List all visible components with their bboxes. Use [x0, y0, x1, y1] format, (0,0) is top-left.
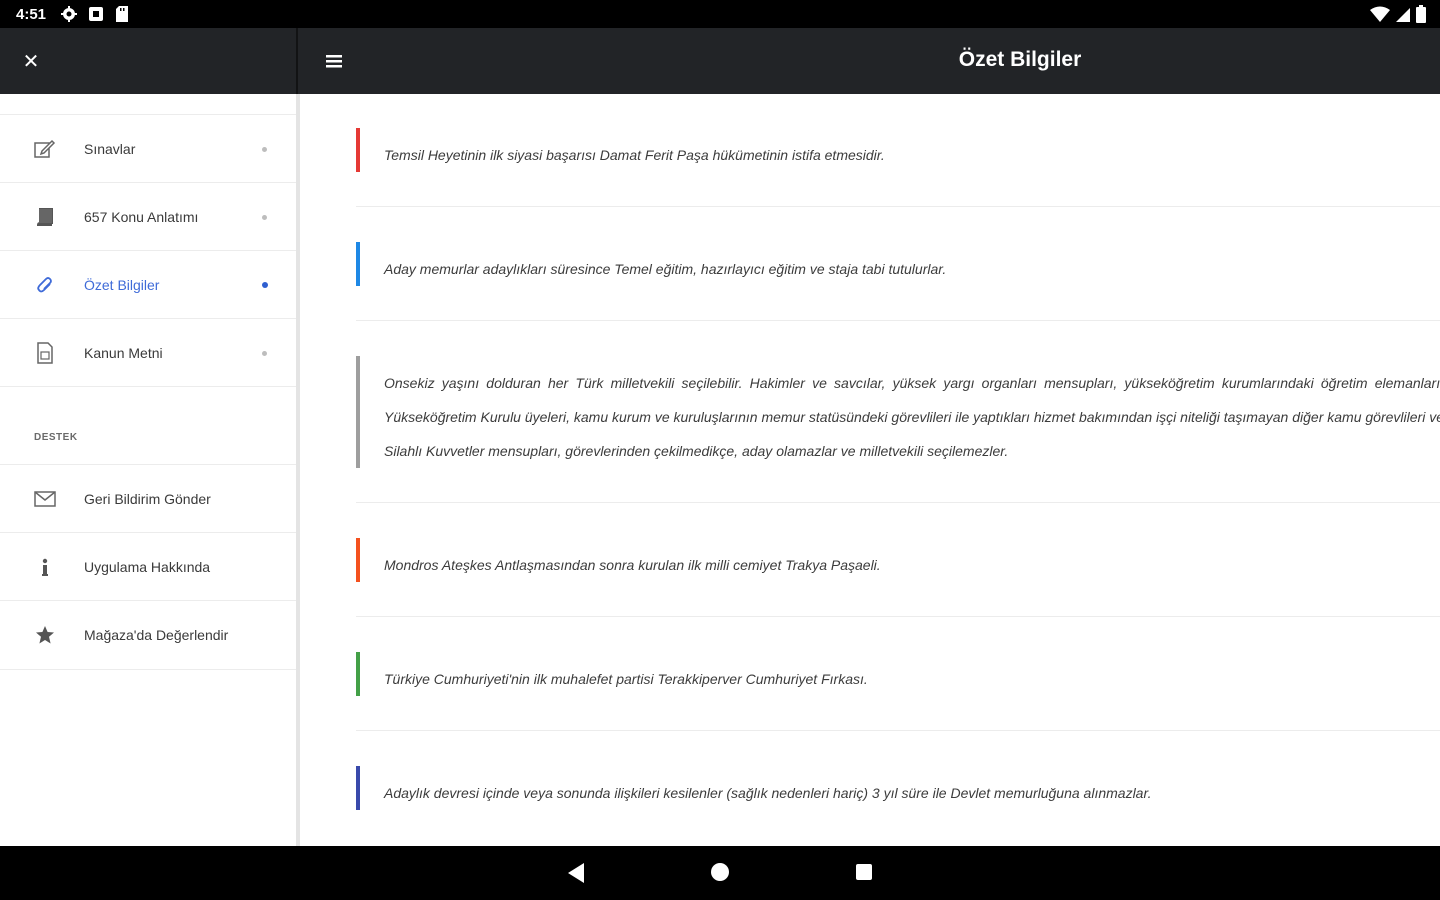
back-icon[interactable] — [566, 862, 586, 884]
notification-icon — [89, 7, 103, 21]
sidebar-item-label: Sınavlar — [84, 141, 136, 157]
sidebar-item-geri-bildirim[interactable]: Geri Bildirim Gönder — [0, 464, 296, 533]
edit-icon — [34, 138, 56, 160]
color-bar — [356, 538, 360, 582]
sidebar-item-indicator — [262, 282, 268, 288]
color-bar — [356, 128, 360, 172]
color-bar — [356, 242, 360, 286]
close-drawer-button[interactable]: ✕ — [18, 48, 44, 74]
summary-card[interactable]: Onsekiz yaşını dolduran her Türk milletv… — [356, 322, 1440, 503]
info-icon — [34, 556, 56, 578]
summary-text: Onsekiz yaşını dolduran her Türk milletv… — [384, 375, 1440, 459]
summary-list: Temsil Heyetinin ilk siyasi başarısı Dam… — [300, 94, 1440, 846]
summary-text: Temsil Heyetinin ilk siyasi başarısı Dam… — [384, 147, 885, 163]
sidebar-item-uygulama-hakkinda[interactable]: Uygulama Hakkında — [0, 532, 296, 601]
book-icon — [34, 206, 56, 228]
signal-icon — [1396, 8, 1410, 22]
summary-card[interactable]: Mondros Ateşkes Antlaşmasından sonra kur… — [356, 504, 1440, 617]
status-bar: 4:51 — [0, 0, 1440, 28]
summary-text: Aday memurlar adaylıkları süresince Teme… — [384, 261, 947, 277]
color-bar — [356, 652, 360, 696]
sidebar-item-label: Mağaza'da Değerlendir — [84, 627, 229, 643]
color-bar — [356, 356, 360, 468]
sidebar-item-indicator — [262, 214, 267, 220]
sidebar-item-label: Uygulama Hakkında — [84, 559, 211, 575]
sidebar-item-label: Özet Bilgiler — [84, 277, 160, 293]
sidebar-item-indicator — [262, 350, 267, 356]
star-icon — [34, 624, 56, 646]
battery-icon — [1416, 5, 1426, 23]
summary-card[interactable]: Türkiye Cumhuriyeti'nin ilk muhalefet pa… — [356, 618, 1440, 731]
close-icon: ✕ — [22, 50, 40, 73]
app-toolbar: ✕ Özet Bilgiler — [0, 28, 1440, 94]
summary-text: Adaylık devresi içinde veya sonunda iliş… — [384, 785, 1152, 801]
summary-card[interactable]: Temsil Heyetinin ilk siyasi başarısı Dam… — [356, 94, 1440, 207]
sidebar-item-sinavlar[interactable]: Sınavlar — [0, 114, 296, 183]
drawer-header: ✕ — [0, 28, 298, 94]
sidebar-item-label: 657 Konu Anlatımı — [84, 209, 199, 225]
summary-card[interactable]: Aday memurlar adaylıkları süresince Teme… — [356, 208, 1440, 321]
document-icon — [34, 342, 56, 364]
paperclip-icon — [34, 274, 56, 296]
sidebar-item-magazada-degerlendir[interactable]: Mağaza'da Değerlendir — [0, 600, 296, 670]
system-navigation-bar — [0, 846, 1440, 900]
status-time: 4:51 — [16, 6, 47, 23]
sidebar-item-kanun-metni[interactable]: Kanun Metni — [0, 318, 296, 387]
summary-text: Türkiye Cumhuriyeti'nin ilk muhalefet pa… — [384, 671, 868, 687]
color-bar — [356, 766, 360, 810]
mail-icon — [34, 488, 56, 510]
home-icon[interactable] — [711, 863, 729, 881]
sidebar-item-indicator — [262, 146, 267, 152]
sd-card-icon — [116, 6, 128, 22]
sidebar-item-label: Geri Bildirim Gönder — [84, 491, 211, 507]
recents-icon[interactable] — [856, 864, 872, 880]
menu-button[interactable] — [320, 48, 348, 74]
section-title-destek: DESTEK — [34, 432, 78, 443]
status-right-icons — [1370, 5, 1426, 23]
summary-card[interactable]: Adaylık devresi içinde veya sonunda iliş… — [356, 732, 1440, 844]
page-title: Özet Bilgiler — [958, 48, 1082, 71]
summary-text: Mondros Ateşkes Antlaşmasından sonra kur… — [384, 557, 881, 573]
hamburger-menu-icon — [326, 55, 342, 68]
sidebar-item-label: Kanun Metni — [84, 345, 163, 361]
sidebar-divider — [0, 386, 296, 387]
navigation-drawer: Sınavlar 657 Konu Anlatımı Özet Bilgiler… — [0, 94, 300, 846]
gear-icon — [61, 6, 77, 22]
sidebar-item-konu-anlatimi[interactable]: 657 Konu Anlatımı — [0, 182, 296, 251]
status-left-icons — [60, 5, 130, 23]
wifi-icon — [1370, 6, 1390, 22]
sidebar-item-ozet-bilgiler[interactable]: Özet Bilgiler — [0, 250, 296, 319]
